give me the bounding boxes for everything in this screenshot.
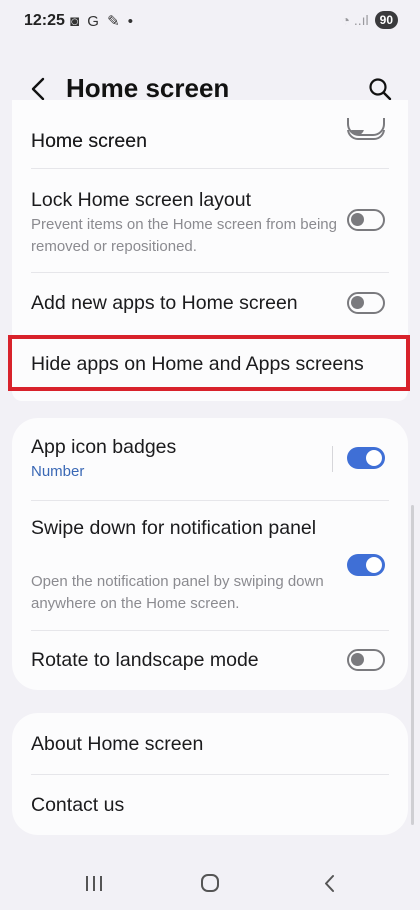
about-home-screen-link[interactable]: About Home screen	[12, 713, 408, 774]
setting-title: Add new apps to Home screen	[31, 292, 298, 314]
scrollbar[interactable]	[411, 505, 414, 825]
setting-row-add-new-apps[interactable]: Add new apps to Home screen	[12, 272, 408, 334]
setting-row-rotate-landscape[interactable]: Rotate to landscape mode	[12, 630, 408, 690]
hide-apps-label: Hide apps on Home and Apps screens	[31, 353, 364, 375]
vertical-separator	[332, 446, 333, 472]
status-right: ◔ ..ıl 90	[342, 11, 398, 29]
swipe-down-toggle[interactable]	[347, 554, 385, 576]
divider	[31, 168, 389, 169]
about-card: About Home screen Contact us	[12, 713, 408, 835]
badges-gestures-card: App icon badges Number Swipe down for no…	[12, 418, 408, 690]
notification-icons: ◙ G ✎ •	[70, 13, 136, 30]
toggle-knob	[351, 213, 364, 226]
contact-us-link[interactable]: Contact us	[12, 774, 408, 835]
hide-apps-row[interactable]: Hide apps on Home and Apps screens	[8, 335, 410, 391]
toggle-knob	[366, 450, 382, 466]
card-top-toggle-fragment	[347, 118, 385, 136]
setting-title: About Home screen	[31, 733, 204, 755]
status-bar: 12:25 ◙ G ✎ • ◔ ..ıl 90	[0, 0, 420, 44]
card1-bottom-edge	[12, 391, 408, 401]
setting-title: Swipe down for notification panel	[31, 517, 317, 539]
app-icon-badges-toggle[interactable]	[347, 447, 385, 469]
battery-indicator: 90	[374, 11, 398, 29]
navigation-bar	[0, 860, 420, 910]
setting-row-app-icon-badges[interactable]: App icon badges Number	[12, 418, 408, 500]
setting-subtitle: Number	[31, 463, 85, 480]
setting-row-swipe-down[interactable]: Swipe down for notification panel Open t…	[12, 500, 408, 630]
wifi-signal-icon: ◔ ..ıl	[341, 12, 369, 28]
add-new-apps-toggle[interactable]	[347, 292, 385, 314]
home-button[interactable]	[196, 870, 224, 898]
recents-button[interactable]	[80, 870, 108, 898]
status-time: 12:25	[24, 12, 65, 29]
setting-title: Contact us	[31, 794, 125, 816]
setting-title: App icon badges	[31, 436, 177, 458]
toggle-knob	[351, 653, 364, 666]
setting-row-lock-layout[interactable]: Lock Home screen layout Prevent items on…	[12, 172, 408, 272]
back-icon	[325, 875, 334, 892]
setting-subtitle: Prevent items on the Home screen from be…	[31, 216, 337, 255]
home-icon	[201, 874, 219, 892]
setting-subtitle: Open the notification panel by swiping d…	[31, 573, 324, 612]
search-icon	[369, 78, 392, 101]
home-screen-row-title: Home screen	[31, 130, 147, 152]
toggle-knob	[366, 557, 382, 573]
search-button[interactable]	[366, 75, 394, 103]
lock-layout-toggle[interactable]	[347, 209, 385, 231]
rotate-landscape-toggle[interactable]	[347, 649, 385, 671]
setting-title: Rotate to landscape mode	[31, 649, 259, 671]
setting-title: Lock Home screen layout	[31, 189, 252, 211]
recents-icon	[86, 876, 102, 891]
toggle-knob	[351, 296, 364, 309]
nav-back-button[interactable]	[316, 870, 344, 898]
